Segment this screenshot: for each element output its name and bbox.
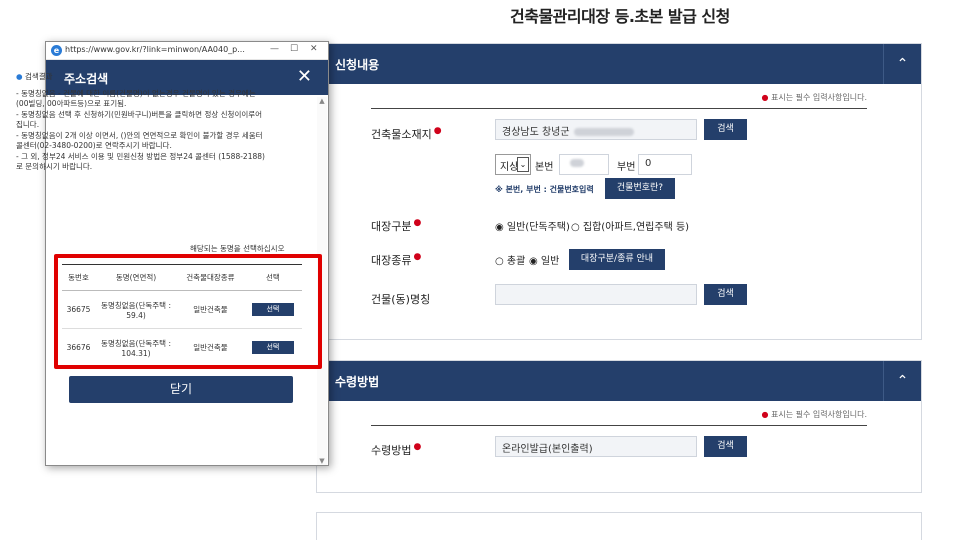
- building-name-input[interactable]: [495, 284, 697, 305]
- chevron-up-icon[interactable]: ⌃: [883, 44, 921, 84]
- building-name-search-button[interactable]: 검색: [704, 284, 747, 305]
- popup-url: https://www.gov.kr/?link=minwon/AA040_p.…: [65, 45, 245, 54]
- register-type-radio-collective[interactable]: ○ 집합(아파트,연립주택 등): [571, 218, 689, 233]
- note-line: - 동명칭없음 - 건물에 대한 이름(건물명)이 없는경우 건물명이 있는 경…: [16, 88, 256, 109]
- receive-search-button[interactable]: 검색: [704, 436, 747, 457]
- scroll-down-icon[interactable]: ▼: [317, 457, 327, 465]
- address-search-button[interactable]: 검색: [704, 119, 747, 140]
- note-line: - 동명칭없음 선택 후 신청하기(민원바구니)버튼을 클릭하면 정상 신청이이…: [16, 109, 263, 130]
- register-kind-label: 대장종류 ●: [371, 252, 422, 267]
- chevron-down-icon: ⌄: [517, 157, 529, 172]
- redacted-text: [570, 159, 584, 167]
- application-panel: 신청내용 ⌃ ● 표시는 필수 입력사항입니다. 건축물소재지 ● 경상남도 창녕…: [316, 43, 922, 340]
- chevron-up-icon[interactable]: ⌃: [883, 361, 921, 401]
- receive-panel-title: 수령방법: [335, 375, 380, 389]
- window-close-icon[interactable]: ✕: [310, 44, 318, 54]
- bubeon-input[interactable]: 0: [638, 154, 692, 175]
- browser-icon: e: [51, 45, 62, 56]
- lot-help-text: ※ 본번, 부번 : 건물번호입력: [495, 185, 594, 194]
- register-kind-radio-summary[interactable]: ○ 총괄: [495, 252, 525, 267]
- note-line: - 그 외, 정부24 서비스 이용 및 민원신청 방법은 정부24 콜센터 (…: [16, 151, 265, 172]
- popup-close-button[interactable]: 닫기: [69, 376, 293, 403]
- next-panel: [316, 512, 922, 540]
- building-name-label: 건물(동)명칭: [371, 293, 431, 306]
- maximize-icon[interactable]: ☐: [290, 44, 298, 54]
- application-panel-header[interactable]: 신청내용 ⌃: [317, 44, 921, 84]
- page-title: 건축물관리대장 등.초본 발급 신청: [510, 7, 730, 26]
- popup-notes: ● 검색결과 - 동명칭없음 - 건물에 대한 이름(건물명)이 없는경우 건물…: [16, 72, 266, 173]
- required-note: ● 표시는 필수 입력사항입니다.: [761, 410, 867, 419]
- register-type-label: 대장구분 ●: [371, 218, 422, 233]
- scroll-up-icon[interactable]: ▲: [317, 97, 327, 105]
- building-number-help-button[interactable]: 건물번호란?: [605, 178, 675, 199]
- result-heading: ● 검색결과: [16, 72, 53, 81]
- select-hint: 해당되는 동명을 선택하십시오: [190, 244, 285, 253]
- application-panel-title: 신청내용: [335, 58, 380, 72]
- register-type-radio-general[interactable]: ◉ 일반(단독주택): [495, 218, 570, 233]
- highlight-box: [54, 254, 322, 369]
- register-guide-button[interactable]: 대장구분/종류 안내: [569, 249, 665, 270]
- redacted-text: [573, 128, 634, 136]
- address-label: 건축물소재지 ●: [371, 126, 442, 141]
- address-input[interactable]: 경상남도 창녕군: [495, 119, 697, 140]
- bonbeon-label: 본번: [535, 162, 554, 173]
- browser-titlebar: e https://www.gov.kr/?link=minwon/AA040_…: [46, 42, 328, 60]
- receive-panel-header[interactable]: 수령방법 ⌃: [317, 361, 921, 401]
- receive-panel: 수령방법 ⌃ ● 표시는 필수 입력사항입니다. 수령방법 ● 온라인발급(본인출…: [316, 360, 922, 493]
- lot-type-select[interactable]: 지상 ⌄: [495, 154, 531, 175]
- close-icon[interactable]: ✕: [297, 66, 312, 87]
- divider: [371, 425, 867, 426]
- register-kind-radio-general[interactable]: ◉ 일반: [529, 252, 559, 267]
- note-line: - 동명칭없음이 2개 이상 이면서, ()안의 연면적으로 확인이 불가할 경…: [16, 130, 263, 151]
- minimize-icon[interactable]: —: [270, 44, 279, 54]
- receive-method-label: 수령방법 ●: [371, 442, 422, 457]
- required-note: ● 표시는 필수 입력사항입니다.: [761, 93, 867, 102]
- receive-method-input[interactable]: 온라인발급(본인출력): [495, 436, 697, 457]
- divider: [371, 108, 867, 109]
- bubeon-label: 부번: [617, 162, 636, 173]
- bonbeon-input[interactable]: [559, 154, 609, 175]
